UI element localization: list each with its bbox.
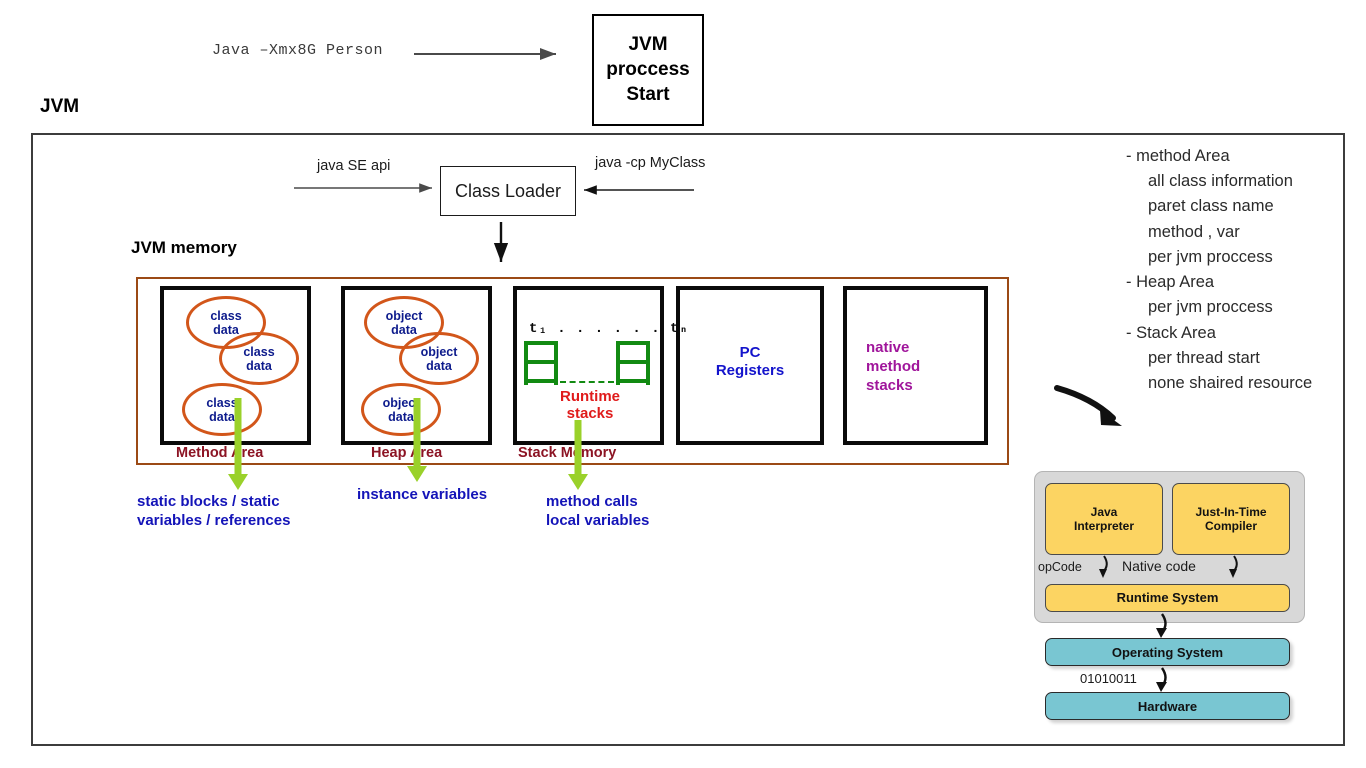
bubble-line-1: object	[385, 308, 423, 323]
thread-range-label: t₁ . . . . . . tₙ	[529, 321, 689, 337]
runtime-stack-ladder-icon	[524, 360, 558, 364]
instance-variables-caption: instance variables	[357, 486, 487, 505]
bubble-line-1: object	[382, 395, 420, 410]
jvm-process-start-box: JVM proccess Start	[592, 14, 704, 126]
operating-system-box: Operating System	[1045, 638, 1290, 666]
java-interpreter-box: Java Interpreter	[1045, 483, 1163, 555]
jvm-process-line-3: Start	[626, 83, 670, 105]
annotation-line: none shaired resource	[1148, 374, 1313, 393]
class-data-bubble: class data	[219, 332, 299, 385]
method-area-caption: Method Area	[176, 445, 264, 461]
heap-area-caption: Heap Area	[371, 445, 443, 461]
runtime-stack-ladder-icon	[616, 360, 650, 364]
pc-registers-line-1: PC	[739, 344, 761, 361]
java-command-text: Java –Xmx8G Person	[212, 42, 384, 59]
static-caption-line-2: variables / references	[137, 511, 291, 529]
java-cp-myclass-label: java -cp MyClass	[595, 155, 706, 171]
jvm-process-line-2: proccess	[606, 59, 690, 81]
bubble-line-1: class	[210, 308, 242, 323]
class-data-bubble: class data	[182, 383, 262, 436]
instance-caption-line-1: instance variables	[357, 486, 488, 503]
annotation-line: paret class name	[1148, 197, 1274, 216]
method-calls-line-2: local variables	[546, 511, 650, 529]
bubble-line-2: data	[388, 409, 414, 424]
jit-line-1: Just-In-Time	[1195, 504, 1267, 519]
native-line-2: method	[866, 357, 921, 375]
static-caption-line-1: static blocks / static	[137, 493, 280, 510]
runtime-system-box: Runtime System	[1045, 584, 1290, 612]
bubble-line-1: class	[243, 344, 275, 359]
annotation-line: all class information	[1148, 172, 1293, 191]
annotation-line: - Heap Area	[1126, 273, 1215, 292]
object-data-bubble: object data	[399, 332, 479, 385]
annotation-line: per jvm proccess	[1148, 247, 1273, 266]
java-se-api-label: java SE api	[317, 158, 391, 174]
runtime-stacks-line-1: Runtime	[560, 388, 620, 405]
bubble-line-1: class	[206, 395, 238, 410]
runtime-stacks-line-2: stacks	[566, 405, 614, 423]
binary-code-label: 01010011	[1080, 671, 1137, 686]
bubble-line-2: data	[209, 409, 235, 424]
opcode-label: opCode	[1038, 560, 1082, 574]
jvm-process-line-1: JVM	[628, 34, 668, 56]
bubble-line-1: object	[420, 344, 458, 359]
interpreter-line-1: Java	[1090, 504, 1118, 519]
native-code-label: Native code	[1122, 558, 1196, 574]
interpreter-line-2: Interpreter	[1073, 519, 1135, 533]
native-line-1: native	[866, 339, 910, 356]
annotation-line: method , var	[1148, 222, 1240, 241]
runtime-stack-ladder-icon	[616, 379, 650, 383]
class-loader-box: Class Loader	[440, 166, 576, 216]
annotation-line: per thread start	[1148, 348, 1260, 367]
method-calls-line-1: method calls	[546, 493, 638, 510]
runtime-stack-ladder-icon	[524, 379, 558, 383]
annotation-list: - method Area all class information paret …	[1126, 144, 1312, 396]
jvm-title: JVM	[40, 96, 80, 117]
pc-registers-line-2: Registers	[715, 362, 785, 379]
runtime-stack-ladder-icon	[524, 341, 558, 345]
stack-memory-caption: Stack Memory	[518, 445, 617, 461]
method-calls-caption: method calls local variables	[546, 493, 649, 531]
stack-dashed-connector	[560, 381, 614, 383]
object-data-bubble: object data	[361, 383, 441, 436]
runtime-stack-ladder-icon	[616, 341, 650, 345]
jit-line-2: Compiler	[1204, 519, 1257, 533]
annotation-line: - method Area	[1126, 147, 1230, 165]
hardware-box: Hardware	[1045, 692, 1290, 720]
jit-compiler-box: Just-In-Time Compiler	[1172, 483, 1290, 555]
native-line-3: stacks	[866, 376, 913, 394]
bubble-line-2: data	[246, 358, 272, 373]
bubble-line-2: data	[213, 322, 239, 337]
static-blocks-caption: static blocks / static variables / refer…	[137, 493, 290, 531]
jvm-memory-title: JVM memory	[131, 238, 237, 257]
bubble-line-2: data	[391, 322, 417, 337]
runtime-stacks-label: Runtime stacks	[530, 388, 650, 423]
native-method-stacks-label: native method stacks	[866, 339, 920, 395]
bubble-line-2: data	[426, 358, 452, 373]
annotation-line: per jvm proccess	[1148, 298, 1273, 317]
annotation-line: - Stack Area	[1126, 323, 1216, 342]
pc-registers-label: PC Registers	[676, 344, 824, 380]
